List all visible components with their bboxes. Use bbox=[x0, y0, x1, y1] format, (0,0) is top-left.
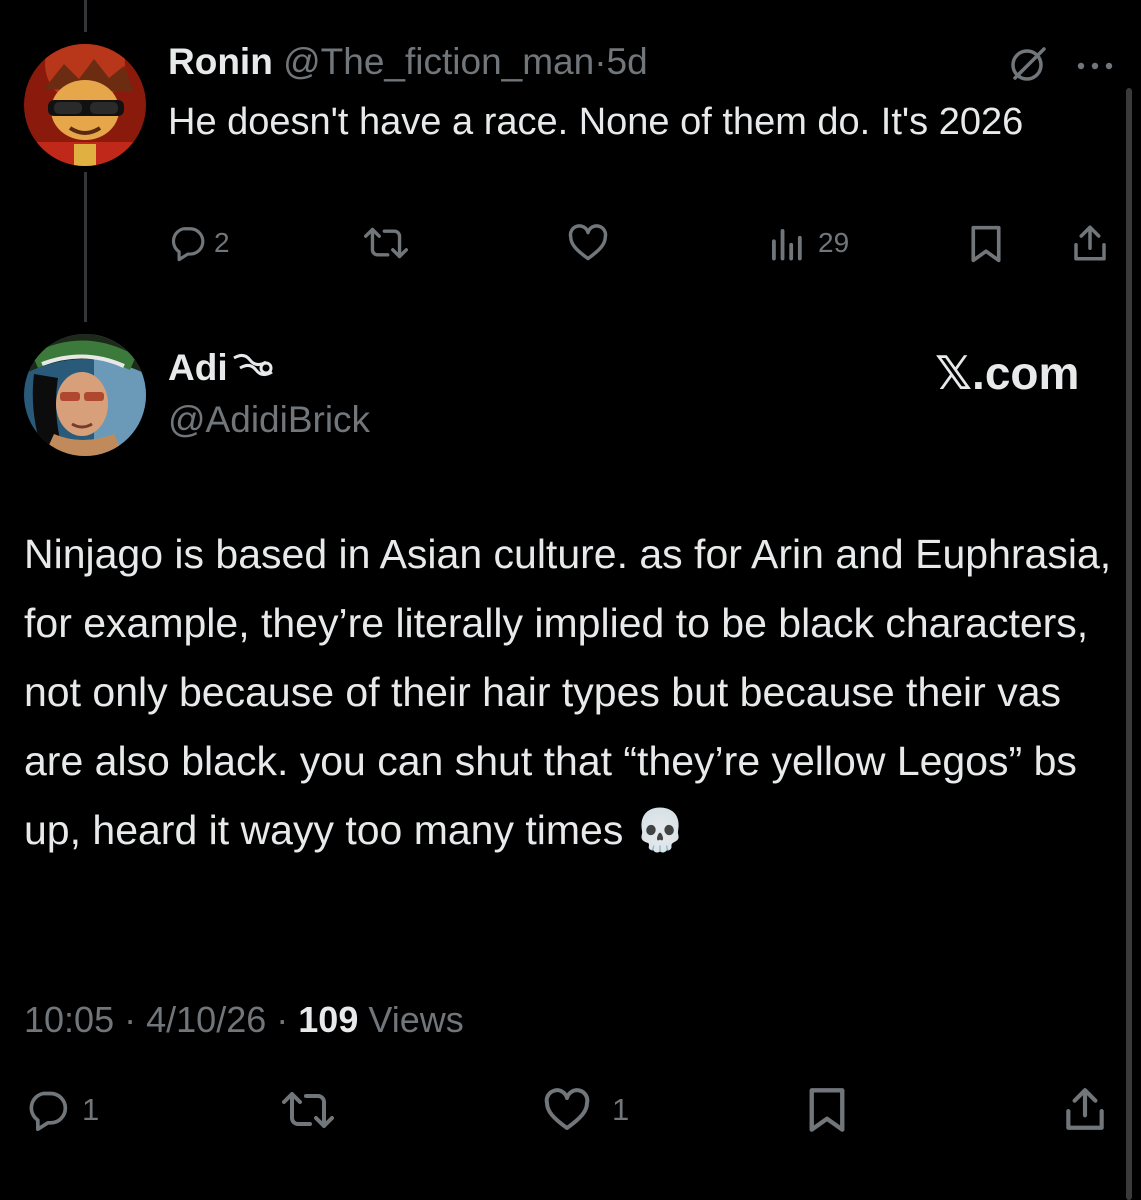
reply-text: He doesn't have a race. None of them do.… bbox=[168, 101, 1024, 143]
post-meta: 10:05 · 4/10/26 · 109 Views bbox=[24, 996, 464, 1044]
repost-button[interactable] bbox=[364, 224, 408, 262]
like-icon bbox=[542, 1088, 592, 1132]
views-number: 109 bbox=[298, 999, 359, 1040]
repost-button[interactable] bbox=[282, 1088, 334, 1132]
wave-icon bbox=[232, 344, 276, 392]
post-time[interactable]: 10:05 bbox=[24, 999, 114, 1040]
source-label: 𝕏.com bbox=[935, 347, 1080, 399]
thread-line bbox=[84, 0, 87, 32]
reply-author-handle[interactable]: @The_fiction_man bbox=[283, 41, 594, 82]
bookmark-button[interactable] bbox=[806, 1086, 848, 1134]
quoted-author-handle[interactable]: @AdidiBrick bbox=[168, 396, 370, 444]
like-button[interactable] bbox=[567, 224, 609, 262]
reply-icon bbox=[24, 1088, 70, 1132]
quoted-author-name-text: Adi bbox=[168, 347, 228, 388]
like-icon bbox=[567, 224, 609, 262]
scrollbar[interactable] bbox=[1126, 88, 1132, 1200]
separator: · bbox=[594, 41, 607, 82]
grok-icon[interactable] bbox=[1008, 44, 1048, 89]
reply-button[interactable]: 1 bbox=[24, 1088, 99, 1132]
more-icon[interactable] bbox=[1076, 58, 1114, 76]
post-date[interactable]: 4/10/26 bbox=[146, 999, 266, 1040]
views-count: 29 bbox=[818, 227, 850, 258]
quoted-author-name[interactable]: Adi bbox=[168, 344, 276, 392]
reply-icon bbox=[168, 224, 206, 262]
repost-icon bbox=[282, 1088, 334, 1132]
reply-count: 2 bbox=[214, 227, 230, 258]
share-icon bbox=[1070, 222, 1110, 264]
views-button[interactable]: 29 bbox=[768, 224, 849, 262]
repost-icon bbox=[364, 224, 408, 262]
views-label: Views bbox=[368, 999, 464, 1040]
avatar[interactable] bbox=[24, 44, 146, 166]
separator: · bbox=[124, 999, 137, 1040]
bookmark-icon bbox=[806, 1086, 848, 1134]
bookmark-button[interactable] bbox=[968, 224, 1004, 264]
like-count: 1 bbox=[612, 1092, 630, 1127]
quoted-text: Ninjago is based in Asian culture. as fo… bbox=[24, 531, 1112, 853]
views-icon bbox=[768, 224, 804, 262]
bookmark-icon bbox=[968, 224, 1004, 264]
share-button[interactable] bbox=[1062, 1084, 1108, 1134]
reply-age[interactable]: 5d bbox=[607, 41, 648, 82]
reply-author-name[interactable]: Ronin bbox=[168, 41, 273, 82]
separator: · bbox=[276, 999, 289, 1040]
share-button[interactable] bbox=[1070, 222, 1110, 264]
reply-header: Ronin @The_fiction_man·5d bbox=[168, 38, 648, 86]
avatar[interactable] bbox=[24, 334, 146, 456]
like-button[interactable]: 1 bbox=[542, 1088, 629, 1132]
reply-count: 1 bbox=[82, 1092, 100, 1127]
thread-line bbox=[84, 172, 87, 322]
reply-button[interactable]: 2 bbox=[168, 224, 230, 262]
share-icon bbox=[1062, 1084, 1108, 1134]
